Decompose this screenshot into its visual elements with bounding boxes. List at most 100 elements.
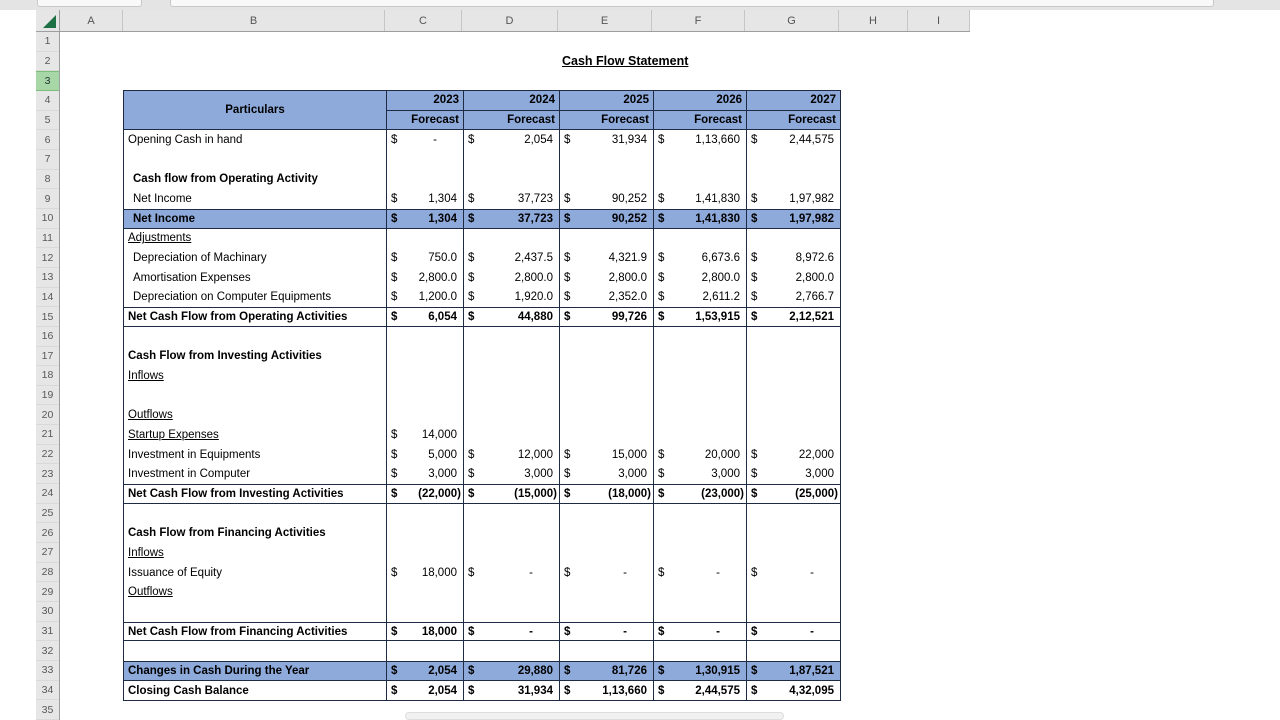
- row-header-17[interactable]: 17: [36, 347, 59, 367]
- cell-C33[interactable]: $2,054: [386, 662, 463, 680]
- cell-G7[interactable]: [746, 149, 840, 170]
- cell-C12[interactable]: $750.0: [386, 248, 463, 268]
- cell-D28[interactable]: $ -: [463, 562, 559, 583]
- cell-E19[interactable]: [559, 385, 653, 406]
- cell-B16[interactable]: [124, 327, 386, 347]
- cell-E28[interactable]: $ -: [559, 562, 653, 583]
- cell-G14[interactable]: $2,766.7: [746, 287, 840, 308]
- cell-C23[interactable]: $3,000: [386, 464, 463, 485]
- cell-C11[interactable]: [386, 228, 463, 249]
- cell-F14[interactable]: $2,611.2: [653, 287, 746, 308]
- cell-C13[interactable]: $2,800.0: [386, 267, 463, 288]
- cell-C26[interactable]: [386, 523, 463, 544]
- cell-B32[interactable]: [124, 641, 386, 661]
- cell-G22[interactable]: $22,000: [746, 444, 840, 465]
- cell-E27[interactable]: [559, 543, 653, 563]
- cell-F13[interactable]: $2,800.0: [653, 267, 746, 288]
- row-header-33[interactable]: 33: [36, 661, 59, 681]
- cell-B25[interactable]: [124, 504, 386, 524]
- row-header-19[interactable]: 19: [36, 386, 59, 406]
- cell-D7[interactable]: [463, 149, 559, 170]
- row-header-18[interactable]: 18: [36, 366, 59, 386]
- row-header-4[interactable]: 4: [36, 91, 59, 111]
- cell-B18[interactable]: Inflows: [124, 366, 386, 386]
- cell-F32[interactable]: [653, 641, 746, 662]
- row-header-15[interactable]: 15: [36, 307, 59, 327]
- cell-C4-year[interactable]: 2023: [386, 91, 463, 111]
- row-header-31[interactable]: 31: [36, 622, 59, 642]
- cell-E4-year[interactable]: 2025: [559, 91, 653, 111]
- cell-E32[interactable]: [559, 641, 653, 662]
- cell-D13[interactable]: $2,800.0: [463, 267, 559, 288]
- cell-F28[interactable]: $ -: [653, 562, 746, 583]
- cell-E22[interactable]: $15,000: [559, 444, 653, 465]
- cell-C22[interactable]: $5,000: [386, 444, 463, 465]
- cell-E9[interactable]: $90,252: [559, 189, 653, 209]
- cell-C6[interactable]: $ -: [386, 130, 463, 150]
- cell-E10[interactable]: $90,252: [559, 209, 653, 228]
- row-header-6[interactable]: 6: [36, 130, 59, 150]
- row-header-26[interactable]: 26: [36, 523, 59, 544]
- cell-F33[interactable]: $1,30,915: [653, 662, 746, 680]
- cell-D34[interactable]: $31,934: [463, 680, 559, 701]
- cell-E31[interactable]: $ -: [559, 622, 653, 641]
- cell-B10[interactable]: Net Income: [124, 210, 386, 228]
- cell-B15[interactable]: Net Cash Flow from Operating Activities: [124, 308, 386, 326]
- cell-C20[interactable]: [386, 405, 463, 426]
- row-header-22[interactable]: 22: [36, 445, 59, 465]
- cell-E14[interactable]: $2,352.0: [559, 287, 653, 308]
- row-header-32[interactable]: 32: [36, 641, 59, 661]
- cell-G12[interactable]: $8,972.6: [746, 248, 840, 268]
- cell-C8[interactable]: [386, 169, 463, 190]
- cell-C16[interactable]: [386, 326, 463, 347]
- cell-E30[interactable]: [559, 602, 653, 622]
- cell-F4-year[interactable]: 2026: [653, 91, 746, 111]
- cell-G21[interactable]: [746, 425, 840, 445]
- cell-C19[interactable]: [386, 385, 463, 406]
- cell-G32[interactable]: [746, 641, 840, 662]
- cell-B24[interactable]: Net Cash Flow from Investing Activities: [124, 485, 386, 503]
- column-header-B[interactable]: B: [123, 10, 385, 31]
- row-header-34[interactable]: 34: [36, 681, 59, 701]
- cell-E16[interactable]: [559, 326, 653, 347]
- cell-B12[interactable]: Depreciation of Machinary: [124, 248, 386, 268]
- row-header-9[interactable]: 9: [36, 189, 59, 209]
- name-box[interactable]: [37, 0, 142, 7]
- cell-G25[interactable]: [746, 503, 840, 524]
- cell-B4-particulars[interactable]: Particulars: [124, 91, 386, 131]
- cell-E12[interactable]: $4,321.9: [559, 248, 653, 268]
- cell-B7[interactable]: [124, 150, 386, 170]
- row-header-30[interactable]: 30: [36, 602, 59, 622]
- cell-D32[interactable]: [463, 641, 559, 662]
- cell-C24[interactable]: $ (22,000): [386, 485, 463, 503]
- cell-E26[interactable]: [559, 523, 653, 544]
- cell-F23[interactable]: $3,000: [653, 464, 746, 485]
- cell-F29[interactable]: [653, 582, 746, 603]
- cell-G10[interactable]: $1,97,982: [746, 209, 840, 228]
- cell-G4-year[interactable]: 2027: [746, 91, 840, 111]
- cell-E17[interactable]: [559, 346, 653, 367]
- cell-F22[interactable]: $20,000: [653, 444, 746, 465]
- cell-E15[interactable]: $99,726: [559, 308, 653, 326]
- row-header-25[interactable]: 25: [36, 504, 59, 524]
- cell-D33[interactable]: $29,880: [463, 662, 559, 680]
- cell-G23[interactable]: $3,000: [746, 464, 840, 485]
- cell-E7[interactable]: [559, 149, 653, 170]
- cell-G33[interactable]: $1,87,521: [746, 662, 840, 680]
- row-header-24[interactable]: 24: [36, 484, 59, 504]
- cell-G27[interactable]: [746, 543, 840, 563]
- cell-D5-forecast[interactable]: Forecast: [463, 110, 559, 131]
- cell-C14[interactable]: $1,200.0: [386, 287, 463, 308]
- cell-D22[interactable]: $12,000: [463, 444, 559, 465]
- cell-D24[interactable]: $ (15,000): [463, 485, 559, 503]
- cell-F20[interactable]: [653, 405, 746, 426]
- cell-C7[interactable]: [386, 149, 463, 170]
- cell-B20[interactable]: Outflows: [124, 406, 386, 426]
- cell-F16[interactable]: [653, 326, 746, 347]
- cell-G8[interactable]: [746, 169, 840, 190]
- cell-F24[interactable]: $ (23,000): [653, 485, 746, 503]
- row-header-28[interactable]: 28: [36, 563, 59, 583]
- cell-B17[interactable]: Cash Flow from Investing Activities: [124, 347, 386, 367]
- row-header-7[interactable]: 7: [36, 150, 59, 170]
- cell-E18[interactable]: [559, 366, 653, 386]
